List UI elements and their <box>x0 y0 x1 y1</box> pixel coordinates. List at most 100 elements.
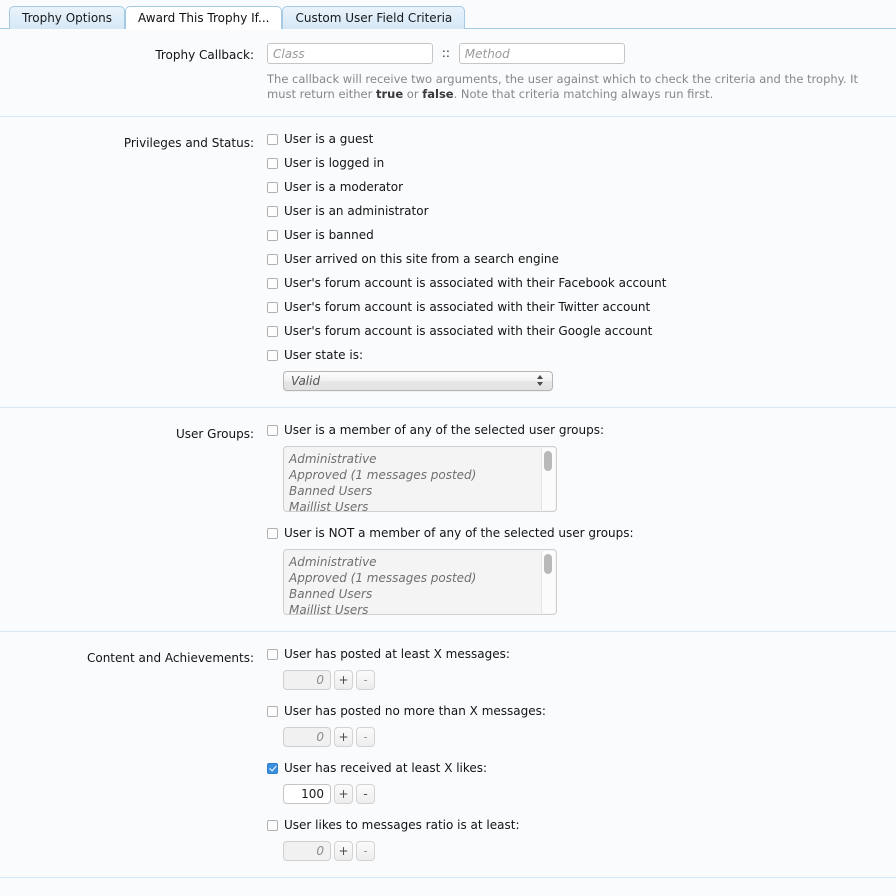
not-member-user-groups-listbox[interactable]: Administrative Approved (1 messages post… <box>283 549 557 615</box>
checkbox-row-user-is-administrator[interactable]: User is an administrator <box>267 203 896 219</box>
list-item[interactable]: Administrative <box>289 554 556 570</box>
user-state-select[interactable]: Valid <box>283 371 553 391</box>
tab-strip: Trophy Options Award This Trophy If... Cus… <box>0 0 896 30</box>
listbox-scrollbar[interactable] <box>541 551 555 613</box>
input-received-at-least-x-likes[interactable] <box>283 784 331 804</box>
increment-button-received-at-least-x-likes[interactable]: + <box>334 784 353 804</box>
checkbox-user-is-guest[interactable] <box>267 134 278 145</box>
decrement-button-received-at-least-x-likes[interactable]: - <box>356 784 375 804</box>
list-item[interactable]: Maillist Users <box>289 499 556 511</box>
checkbox-user-arrived-from-search-engine[interactable] <box>267 254 278 265</box>
input-posted-at-least-x[interactable] <box>283 670 331 690</box>
user-state-select-value: Valid <box>291 374 321 388</box>
member-user-groups-listbox[interactable]: Administrative Approved (1 messages post… <box>283 446 557 512</box>
decrement-button-posted-no-more-than-x[interactable]: - <box>356 727 375 747</box>
section-content-and-achievements: Content and Achievements: User has poste… <box>0 632 896 878</box>
checkbox-row-user-is-logged-in[interactable]: User is logged in <box>267 155 896 171</box>
privileges-label: Privileges and Status: <box>123 136 254 150</box>
checkbox-row-user-arrived-from-search-engine[interactable]: User arrived on this site from a search … <box>267 251 896 267</box>
checkbox-row-is-not-member-of-groups[interactable]: User is NOT a member of any of the selec… <box>267 525 896 541</box>
label-user-state-is[interactable]: User state is: <box>284 347 363 363</box>
checkbox-user-is-logged-in[interactable] <box>267 158 278 169</box>
label-is-member-of-groups[interactable]: User is a member of any of the selected … <box>284 422 604 438</box>
checkbox-facebook-associated[interactable] <box>267 278 278 289</box>
label-user-is-moderator[interactable]: User is a moderator <box>284 179 403 195</box>
checkbox-is-not-member-of-groups[interactable] <box>267 528 278 539</box>
list-item[interactable]: Approved (1 messages posted) <box>289 467 556 483</box>
list-item[interactable]: Banned Users <box>289 586 556 602</box>
section-user-groups: User Groups: User is a member of any of … <box>0 408 896 632</box>
privileges-field: User is a guest User is logged in User i… <box>267 131 896 391</box>
tab-custom-user-field-criteria[interactable]: Custom User Field Criteria <box>282 6 466 29</box>
checkbox-user-is-banned[interactable] <box>267 230 278 241</box>
checkbox-row-posted-at-least-x[interactable]: User has posted at least X messages: <box>267 646 896 662</box>
label-is-not-member-of-groups[interactable]: User is NOT a member of any of the selec… <box>284 525 634 541</box>
listbox-scrollbar[interactable] <box>541 448 555 510</box>
checkbox-row-user-is-guest[interactable]: User is a guest <box>267 131 896 147</box>
checkbox-user-is-administrator[interactable] <box>267 206 278 217</box>
checkbox-row-google-associated[interactable]: User's forum account is associated with … <box>267 323 896 339</box>
callback-help-text: The callback will receive two arguments,… <box>267 72 879 102</box>
label-user-is-guest[interactable]: User is a guest <box>284 131 373 147</box>
label-google-associated[interactable]: User's forum account is associated with … <box>284 323 652 339</box>
checkbox-received-at-least-x-likes[interactable] <box>267 763 278 774</box>
callback-method-input[interactable] <box>458 43 625 64</box>
label-user-is-logged-in[interactable]: User is logged in <box>284 155 384 171</box>
checkbox-twitter-associated[interactable] <box>267 302 278 313</box>
checkbox-row-twitter-associated[interactable]: User's forum account is associated with … <box>267 299 896 315</box>
label-received-at-least-x-likes[interactable]: User has received at least X likes: <box>284 760 487 776</box>
increment-button-posted-at-least-x[interactable]: + <box>334 670 353 690</box>
increment-button-likes-to-messages-ratio[interactable]: + <box>334 841 353 861</box>
content-achievements-label: Content and Achievements: <box>86 651 254 665</box>
input-posted-no-more-than-x[interactable] <box>283 727 331 747</box>
list-item[interactable]: Administrative <box>289 451 556 467</box>
callback-separator: :: <box>441 46 450 60</box>
checkbox-row-facebook-associated[interactable]: User's forum account is associated with … <box>267 275 896 291</box>
decrement-button-posted-at-least-x[interactable]: - <box>356 670 375 690</box>
tab-trophy-options[interactable]: Trophy Options <box>9 6 126 29</box>
checkbox-posted-no-more-than-x[interactable] <box>267 706 278 717</box>
label-facebook-associated[interactable]: User's forum account is associated with … <box>284 275 666 291</box>
user-groups-label: User Groups: <box>176 427 254 441</box>
checkbox-row-user-state-is[interactable]: User state is: <box>267 347 896 363</box>
label-likes-to-messages-ratio[interactable]: User likes to messages ratio is at least… <box>284 817 520 833</box>
trophy-callback-label: Trophy Callback: <box>155 48 254 62</box>
checkbox-row-likes-to-messages-ratio[interactable]: User likes to messages ratio is at least… <box>267 817 896 833</box>
section-privileges-and-status: Privileges and Status: User is a guest U… <box>0 117 896 408</box>
label-posted-at-least-x[interactable]: User has posted at least X messages: <box>284 646 510 662</box>
list-item[interactable]: Banned Users <box>289 483 556 499</box>
user-groups-field: User is a member of any of the selected … <box>267 422 896 615</box>
checkbox-google-associated[interactable] <box>267 326 278 337</box>
checkbox-user-state-is[interactable] <box>267 350 278 361</box>
checkbox-likes-to-messages-ratio[interactable] <box>267 820 278 831</box>
help-text-true: true <box>376 87 404 101</box>
checkbox-is-member-of-groups[interactable] <box>267 425 278 436</box>
privileges-row: Privileges and Status: User is a guest U… <box>0 131 896 391</box>
checkbox-row-user-is-moderator[interactable]: User is a moderator <box>267 179 896 195</box>
list-item[interactable]: Approved (1 messages posted) <box>289 570 556 586</box>
callback-class-input[interactable] <box>267 43 433 64</box>
label-user-is-banned[interactable]: User is banned <box>284 227 374 243</box>
checkbox-user-is-moderator[interactable] <box>267 182 278 193</box>
label-user-is-administrator[interactable]: User is an administrator <box>284 203 429 219</box>
checkbox-row-user-is-banned[interactable]: User is banned <box>267 227 896 243</box>
tab-award-this-trophy-if[interactable]: Award This Trophy If... <box>125 6 283 30</box>
checkbox-row-received-at-least-x-likes[interactable]: User has received at least X likes: <box>267 760 896 776</box>
label-user-arrived-from-search-engine[interactable]: User arrived on this site from a search … <box>284 251 559 267</box>
checkbox-row-posted-no-more-than-x[interactable]: User has posted no more than X messages: <box>267 703 896 719</box>
chevron-updown-icon <box>537 375 544 389</box>
listbox-scrollbar-thumb[interactable] <box>544 451 552 471</box>
label-twitter-associated[interactable]: User's forum account is associated with … <box>284 299 650 315</box>
label-posted-no-more-than-x[interactable]: User has posted no more than X messages: <box>284 703 546 719</box>
help-text-false: false <box>422 87 454 101</box>
decrement-button-likes-to-messages-ratio[interactable]: - <box>356 841 375 861</box>
checkbox-row-is-member-of-groups[interactable]: User is a member of any of the selected … <box>267 422 896 438</box>
stepper-posted-at-least-x: + - <box>283 670 896 690</box>
checkbox-posted-at-least-x[interactable] <box>267 649 278 660</box>
increment-button-posted-no-more-than-x[interactable]: + <box>334 727 353 747</box>
content-achievements-field: User has posted at least X messages: + -… <box>267 646 896 861</box>
stepper-posted-no-more-than-x: + - <box>283 727 896 747</box>
list-item[interactable]: Maillist Users <box>289 602 556 614</box>
input-likes-to-messages-ratio[interactable] <box>283 841 331 861</box>
listbox-scrollbar-thumb[interactable] <box>544 554 552 574</box>
